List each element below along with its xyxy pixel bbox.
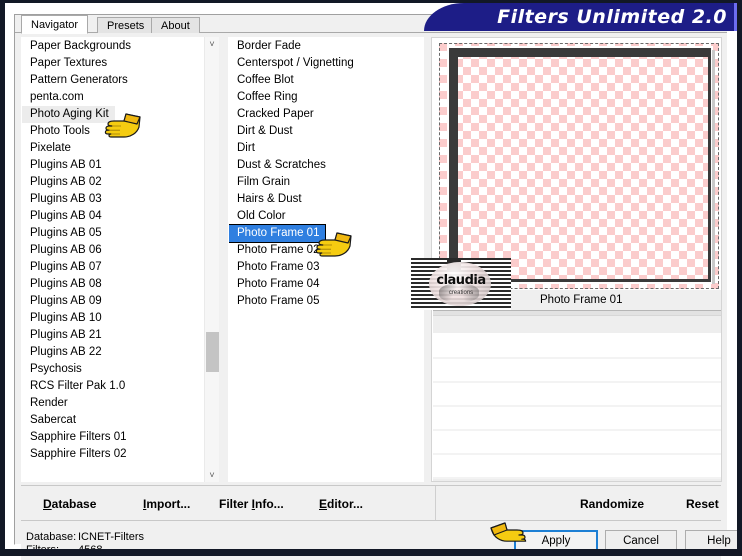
list-item[interactable]: Plugins AB 22 [22, 346, 102, 358]
tab-presets[interactable]: Presets [97, 17, 155, 33]
tab-about[interactable]: About [151, 17, 200, 33]
list-item[interactable]: Plugins AB 21 [22, 329, 102, 341]
list-item[interactable]: Render [22, 397, 68, 409]
chevron-down-icon[interactable]: ˅ [205, 468, 219, 482]
list-item[interactable]: Pixelate [22, 142, 71, 154]
list-item[interactable]: Film Grain [229, 176, 290, 188]
tab-navigator[interactable]: Navigator [21, 15, 89, 34]
list-item[interactable]: Cracked Paper [229, 108, 314, 120]
list-item[interactable]: Photo Tools [22, 125, 90, 137]
reset-button[interactable]: Reset [686, 495, 719, 513]
status-bar: Database: ICNET-Filters Filters: 4568 Appl… [21, 523, 742, 560]
help-button[interactable]: Help [685, 530, 742, 553]
list-item[interactable]: Coffee Blot [229, 74, 294, 86]
list-item[interactable]: Paper Backgrounds [22, 40, 131, 52]
list-item[interactable]: Photo Frame 02 [229, 244, 319, 256]
status-database-label: Database: [26, 531, 77, 543]
list-item[interactable]: Centerspot / Vignetting [229, 57, 354, 69]
apply-button[interactable]: Apply [514, 530, 598, 553]
list-item[interactable]: Sapphire Filters 01 [22, 431, 127, 443]
cancel-button[interactable]: Cancel [605, 530, 677, 553]
status-filters-label: Filters: [26, 544, 59, 556]
list-item[interactable]: Dust & Scratches [229, 159, 326, 171]
editor-button[interactable]: Editor... [319, 495, 363, 513]
parameter-row[interactable] [433, 407, 721, 431]
claudia-watermark: claudia creations [411, 258, 511, 310]
list-item[interactable]: Plugins AB 02 [22, 176, 102, 188]
list-item[interactable]: Photo Frame 05 [229, 295, 319, 307]
list-item[interactable]: Dirt [229, 142, 255, 154]
list-item-photo-frame-01[interactable]: Photo Frame 01 [229, 224, 327, 243]
list-item[interactable]: Plugins AB 05 [22, 227, 102, 239]
status-database-value: ICNET-Filters [78, 531, 144, 543]
scrollbar-thumb[interactable] [206, 332, 219, 372]
list-item-photo-aging-kit[interactable]: Photo Aging Kit [22, 106, 115, 123]
titlebar-blank [5, 3, 424, 14]
list-item[interactable]: Sabercat [22, 414, 76, 426]
list-item[interactable]: RCS Filter Pak 1.0 [22, 380, 125, 392]
parameter-row-footer [433, 479, 721, 481]
parameter-row[interactable] [433, 383, 721, 407]
parameter-rows [433, 335, 721, 481]
list-item[interactable]: Plugins AB 08 [22, 278, 102, 290]
list-item[interactable]: Plugins AB 10 [22, 312, 102, 324]
filter-info-button[interactable]: Filter Info... [219, 495, 284, 513]
category-list-scrollbar[interactable]: ˅ ˅ [204, 37, 219, 482]
list-item[interactable]: Photo Frame 03 [229, 261, 319, 273]
chevron-up-icon[interactable]: ˅ [205, 37, 219, 51]
action-toolbar: Database Import... Filter Info... Editor… [21, 485, 721, 521]
app-title: Filters Unlimited 2.0 [497, 6, 727, 28]
photo-frame-inner [449, 48, 711, 282]
app-title-banner: Filters Unlimited 2.0 [424, 3, 737, 31]
status-filters: Filters: 4568 [26, 544, 102, 557]
client-area: Navigator Presets About Paper Background… [14, 14, 742, 560]
list-item[interactable]: Plugins AB 07 [22, 261, 102, 273]
import-button[interactable]: Import... [143, 495, 190, 513]
list-item[interactable]: Plugins AB 09 [22, 295, 102, 307]
title-banner-edge [734, 3, 737, 31]
randomize-button[interactable]: Randomize [580, 495, 644, 513]
list-item[interactable]: Plugins AB 01 [22, 159, 102, 171]
list-item[interactable]: Hairs & Dust [229, 193, 302, 205]
toolbar-divider [435, 486, 436, 520]
navigator-panel: Paper Backgrounds Paper Textures Pattern… [15, 33, 742, 560]
list-item[interactable]: Plugins AB 04 [22, 210, 102, 222]
parameter-row[interactable] [433, 431, 721, 455]
list-item[interactable]: Plugins AB 06 [22, 244, 102, 256]
category-list[interactable]: Paper Backgrounds Paper Textures Pattern… [21, 37, 219, 482]
filters-unlimited-window: Filters Unlimited 2.0 Navigator Presets … [0, 0, 742, 560]
watermark-subtext: creations [448, 290, 474, 296]
list-item[interactable]: Photo Frame 04 [229, 278, 319, 290]
photo-frame-shadow [712, 50, 715, 284]
status-database: Database: ICNET-Filters [26, 531, 144, 544]
status-filters-value: 4568 [78, 544, 103, 556]
list-item[interactable]: Dirt & Dust [229, 125, 293, 137]
parameter-row[interactable] [433, 335, 721, 359]
list-item[interactable]: Sapphire Filters 02 [22, 448, 127, 460]
list-item[interactable]: penta.com [22, 91, 84, 103]
database-button[interactable]: Database [43, 495, 96, 513]
list-item[interactable]: Pattern Generators [22, 74, 128, 86]
list-item[interactable]: Plugins AB 03 [22, 193, 102, 205]
list-item[interactable]: Psychosis [22, 363, 82, 375]
list-item[interactable]: Old Color [229, 210, 286, 222]
list-item[interactable]: Paper Textures [22, 57, 107, 69]
watermark-text: claudia [436, 273, 486, 288]
titlebar-notch [5, 0, 105, 3]
parameter-row[interactable] [433, 359, 721, 383]
filter-list[interactable]: Border Fade Centerspot / Vignetting Coff… [228, 37, 424, 482]
parameter-row[interactable] [433, 455, 721, 479]
list-item[interactable]: Border Fade [229, 40, 301, 52]
list-item[interactable]: Coffee Ring [229, 91, 298, 103]
preview-blank-strip [433, 316, 721, 333]
